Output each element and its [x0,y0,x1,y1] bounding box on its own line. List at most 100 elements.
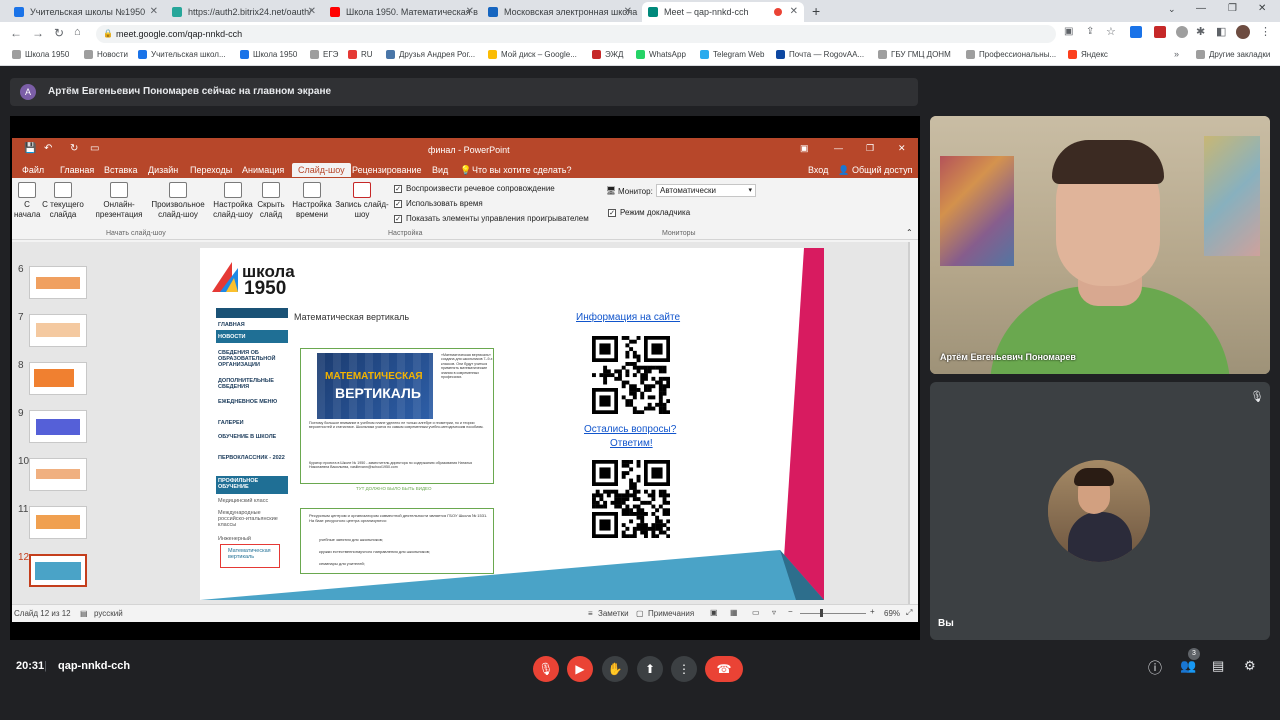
setup-slideshow-button[interactable]: Настройка слайд-шоу [210,182,256,220]
slide-thumbnails[interactable]: 6 7 8 9 10 11 12 [12,242,114,604]
bookmark-item[interactable]: ЕГЭ [310,50,338,59]
menu-design[interactable]: Дизайн [148,165,178,175]
forward-icon[interactable]: → [32,26,44,40]
restore-icon[interactable]: ❐ [866,143,874,154]
new-tab-icon[interactable]: + [812,3,820,19]
menu-home[interactable]: Главная [60,165,94,175]
home-icon[interactable]: ⌂ [74,26,81,38]
play-narration-checkbox[interactable]: ✓ Воспроизвести речевое сопровождение [394,184,555,193]
presenter-view-checkbox[interactable]: ✓ Режим докладчика [608,208,690,217]
activities-icon[interactable]: ⚙ [1244,658,1256,674]
close-icon[interactable]: ✕ [466,6,474,17]
record-slideshow-button[interactable]: Запись слайд-шоу [334,182,390,220]
zoom-out-icon[interactable]: − [788,607,793,616]
window-close-icon[interactable]: ✕ [898,143,906,154]
comments-button[interactable]: Примечания [648,609,694,618]
use-timings-checkbox[interactable]: ✓ Использовать время [394,199,483,208]
tell-me-input[interactable]: Что вы хотите сделать? [472,165,572,175]
people-icon[interactable]: 👥 [1180,658,1196,674]
raise-hand-button[interactable]: ✋ [602,656,628,682]
bookmark-item[interactable]: WhatsApp [636,50,686,59]
close-icon[interactable]: ✕ [790,6,798,17]
proofing-icon[interactable]: ▤ [80,609,88,618]
restore-icon[interactable]: ❐ [1228,3,1237,14]
close-icon[interactable]: ✕ [624,6,632,17]
extension-icon[interactable] [1130,26,1142,38]
browser-tab[interactable]: Московская электронная школа ✕ [482,2,638,22]
chat-icon[interactable]: ▤ [1212,658,1224,674]
sorter-view-icon[interactable]: ▦ [730,608,738,617]
slide-thumbnail[interactable] [29,410,87,443]
zoom-slider-handle[interactable] [820,609,823,617]
profile-avatar[interactable] [1236,25,1250,39]
hide-slide-button[interactable]: Скрыть слайд [256,182,286,220]
bookmark-star-icon[interactable]: ☆ [1106,25,1116,38]
close-icon[interactable]: ✕ [308,6,316,17]
monitor-select[interactable]: Автоматически ▾ [656,184,756,197]
camera-status-icon[interactable]: ▣ [1064,26,1073,37]
custom-slideshow-button[interactable]: Произвольное слайд-шоу [148,182,208,220]
current-slide[interactable]: школа 1950 ГЛАВНАЯ НОВОСТИ СВЕДЕНИЯ ОБ О… [200,248,824,600]
share-icon[interactable]: ⇪ [1086,26,1094,37]
comments-icon[interactable]: ▢ [636,609,644,618]
save-icon[interactable]: 💾 [24,143,36,154]
slide-thumbnail[interactable] [29,314,87,347]
reload-icon[interactable]: ↻ [54,26,64,40]
fit-slide-icon[interactable]: ⤢ [906,608,912,618]
online-present-button[interactable]: Онлайн-презентация [90,182,148,220]
minimize-icon[interactable]: — [834,143,843,153]
extension-icon[interactable] [1176,26,1188,38]
more-options-button[interactable]: ⋮ [671,656,697,682]
bookmark-item[interactable]: RU [348,50,373,59]
show-media-controls-checkbox[interactable]: ✓ Показать элементы управления проигрыват… [394,214,589,223]
bookmark-item[interactable]: ЭЖД [592,50,623,59]
collapse-ribbon-icon[interactable]: ⌃ [906,228,913,237]
reading-view-icon[interactable]: ▭ [752,608,760,617]
present-button[interactable]: ⬆ [637,656,663,682]
ribbon-options-icon[interactable]: ▣ [800,143,809,154]
bookmark-item[interactable]: Школа 1950 [12,50,69,59]
slideshow-view-icon[interactable]: ▿ [772,608,776,617]
camera-toggle-button[interactable]: ▶ [567,656,593,682]
leave-call-button[interactable]: ☎ [705,656,743,682]
zoom-level[interactable]: 69% [884,609,900,618]
back-icon[interactable]: ← [10,26,22,40]
address-input[interactable]: 🔒 meet.google.com/qap-nnkd-cch [96,25,1056,43]
info-icon[interactable]: ⓘ [1148,658,1162,678]
zoom-in-icon[interactable]: + [870,607,875,616]
from-current-button[interactable]: С текущего слайда [40,182,86,220]
undo-icon[interactable]: ↶ [44,143,52,154]
participant-tile-main[interactable]: Артём Евгеньевич Пономарев [930,116,1270,374]
other-bookmarks[interactable]: Другие закладки [1196,50,1270,59]
menu-transitions[interactable]: Переходы [190,165,232,175]
bookmark-item[interactable]: Профессиональны... [966,50,1056,59]
browser-tab-active[interactable]: Meet – qap-nnkd-cch ✕ [642,2,804,22]
slide-thumbnail[interactable] [29,266,87,299]
menu-view[interactable]: Вид [432,165,448,175]
extension-icon[interactable] [1154,26,1166,38]
normal-view-icon[interactable]: ▣ [710,608,718,617]
redo-icon[interactable]: ↻ [70,143,78,154]
menu-review[interactable]: Рецензирование [352,165,422,175]
menu-slideshow[interactable]: Слайд-шоу [292,163,351,177]
bookmark-item[interactable]: Школа 1950 [240,50,297,59]
browser-tab[interactable]: https://auth2.bitrix24.net/oauth/ ✕ [166,2,322,22]
bookmark-item[interactable]: ГБУ ГМЦ ДОНМ [878,50,951,59]
slide-thumbnail[interactable] [29,506,87,539]
window-close-icon[interactable]: ✕ [1258,3,1266,14]
participant-tile-self[interactable]: 🎙 Вы [930,382,1270,640]
browser-tab[interactable]: Учительская школы №1950 ✕ [8,2,164,22]
tab-search-icon[interactable]: ⌄ [1168,4,1176,15]
side-panel-icon[interactable]: ◧ [1216,25,1226,38]
start-slideshow-icon[interactable]: ▭ [90,143,99,154]
from-beginning-button[interactable]: С начала [14,182,40,220]
more-bookmarks-icon[interactable]: » [1174,49,1179,59]
minimize-icon[interactable]: — [1196,3,1206,14]
bookmark-item[interactable]: Яндекс [1068,50,1108,59]
notes-button[interactable]: Заметки [598,609,629,618]
language-label[interactable]: русский [94,609,123,618]
menu-icon[interactable]: ⋮ [1260,25,1271,38]
bookmark-item[interactable]: Мой диск – Google... [488,50,577,59]
rehearse-timings-button[interactable]: Настройка времени [290,182,334,220]
bookmark-item[interactable]: Telegram Web [700,50,764,59]
